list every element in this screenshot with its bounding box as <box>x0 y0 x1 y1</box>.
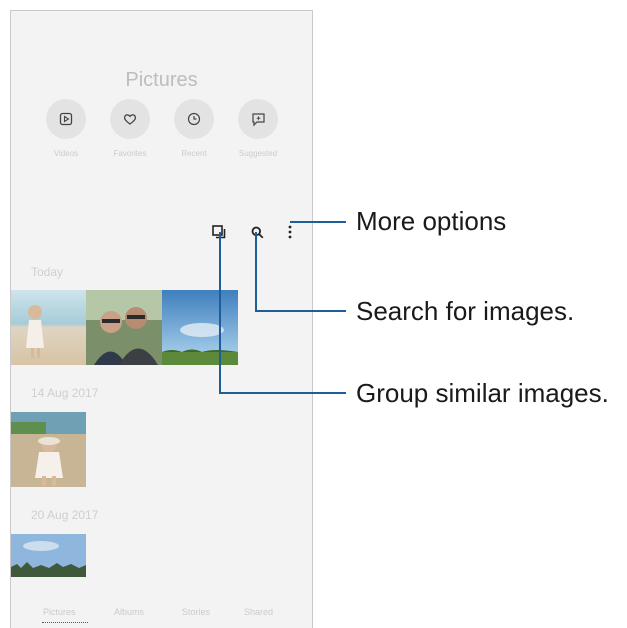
play-square-icon <box>46 99 86 139</box>
quick-action-favorites[interactable]: Favorites <box>110 99 150 158</box>
nav-tab-shared[interactable]: Shared <box>244 607 273 617</box>
heart-icon <box>110 99 150 139</box>
quick-action-label: Suggested <box>238 149 278 158</box>
callout-line-group-vertical <box>219 232 221 394</box>
photo-thumbnail[interactable] <box>11 290 86 365</box>
quick-action-videos[interactable]: Videos <box>46 99 86 158</box>
callout-line-search-horizontal <box>255 310 346 312</box>
quick-action-recent[interactable]: Recent <box>174 99 214 158</box>
callout-line-search-vertical <box>255 232 257 311</box>
nav-tab-pictures[interactable]: Pictures <box>43 607 76 617</box>
sparkle-chat-icon <box>238 99 278 139</box>
search-icon[interactable] <box>248 223 266 241</box>
callout-line-group-horizontal <box>219 392 346 394</box>
callout-search: Search for images. <box>356 296 575 326</box>
photo-thumbnail[interactable] <box>11 534 86 577</box>
clock-icon <box>174 99 214 139</box>
photo-thumbnail[interactable] <box>86 290 162 365</box>
section-date: 20 Aug 2017 <box>31 508 99 522</box>
callout-more-options: More options <box>356 206 507 236</box>
quick-action-label: Videos <box>53 149 79 158</box>
more-options-icon[interactable] <box>281 223 299 241</box>
section-date: Today <box>31 265 64 279</box>
nav-tab-albums[interactable]: Albums <box>114 607 144 617</box>
callout-group: Group similar images. <box>356 378 609 408</box>
photo-thumbnail[interactable] <box>11 412 86 487</box>
photo-thumbnail[interactable] <box>162 290 238 365</box>
quick-action-suggested[interactable]: Suggested <box>238 99 278 158</box>
phone-screen: Pictures Videos Favorites Recent Suggest… <box>10 10 313 628</box>
page-title: Pictures <box>125 69 198 91</box>
quick-action-label: Recent <box>181 149 207 158</box>
section-date: 14 Aug 2017 <box>31 386 99 400</box>
quick-action-label: Favorites <box>113 149 147 158</box>
nav-tab-stories[interactable]: Stories <box>182 607 210 617</box>
callout-line-more <box>290 221 346 223</box>
active-tab-indicator <box>42 622 88 623</box>
